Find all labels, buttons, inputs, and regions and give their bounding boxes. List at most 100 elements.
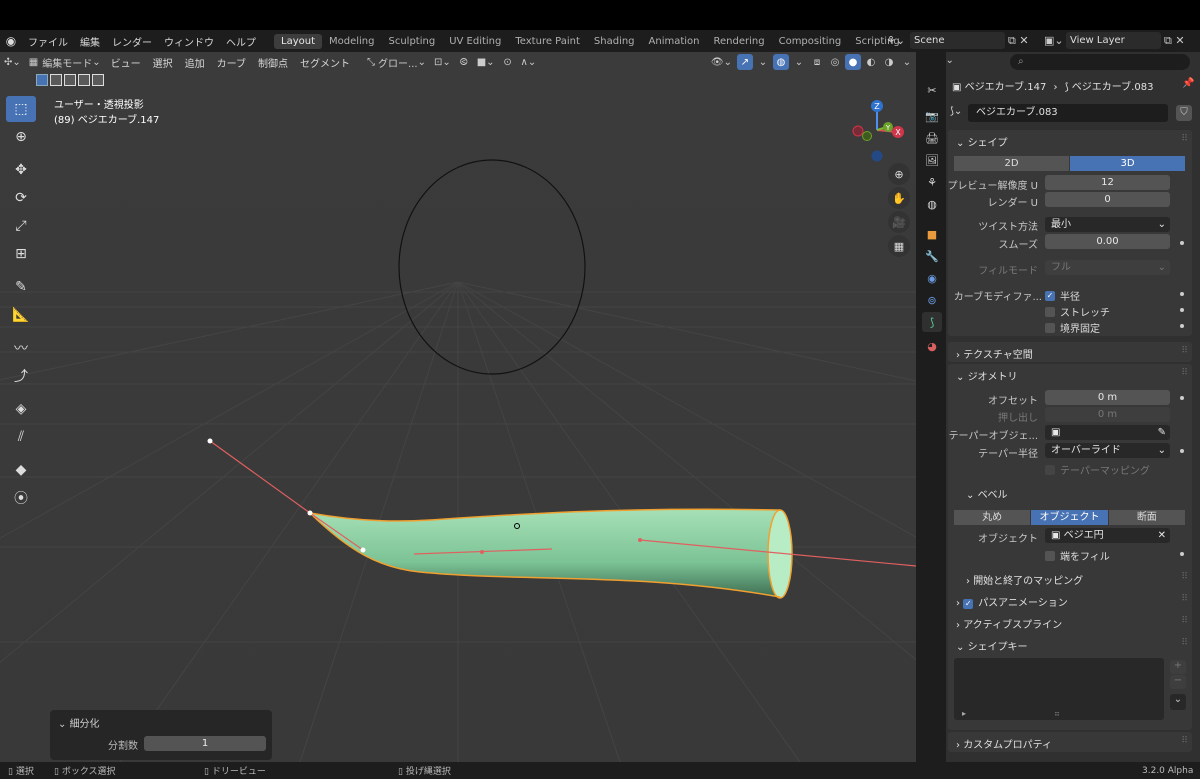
bevel-subpanel-header[interactable]: ⌄ ベベル [966,486,1008,501]
clear-icon[interactable]: ✕ [1158,528,1166,543]
menu-segments[interactable]: セグメント [294,55,356,70]
offset-field[interactable]: 0 m [1045,390,1170,405]
tab-shading[interactable]: Shading [587,34,642,49]
remove-shape-key-button[interactable]: − [1170,675,1186,689]
visibility-icon[interactable]: 👁⌄ [708,54,735,70]
shading-material-icon[interactable]: ◐ [863,54,879,70]
gizmo-toggle-icon[interactable]: ↗ [737,54,753,70]
tab-modeling[interactable]: Modeling [322,34,382,49]
panel-grip-icon[interactable]: ⠿ [1181,736,1188,746]
select-mode-intersect-icon[interactable] [92,74,104,86]
draw-curve-tool-icon[interactable]: 〰 [6,335,36,361]
bevel-object-button[interactable]: オブジェクト [1031,510,1109,525]
texture-space-header[interactable]: › テクスチャ空間 [956,346,1033,361]
camera-view-icon[interactable]: 🎥 [888,211,910,233]
modifier-tab-icon[interactable]: 🔧 [922,246,942,266]
snap-target-icon[interactable]: ■⌄ [474,54,498,70]
menu-file[interactable]: ファイル [22,34,74,49]
curve-data-tab-icon[interactable]: ⟆ [922,312,942,332]
output-tab-icon[interactable]: 🖨 [922,128,942,148]
view-layer-tab-icon[interactable]: 🖼 [922,150,942,170]
constraint-tab-icon[interactable]: ⊚ [922,290,942,310]
shape-keys-list[interactable]: ▸ ⠶ [954,658,1164,720]
menu-select[interactable]: 選択 [147,55,179,70]
measure-tool-icon[interactable]: 📐 [6,302,36,328]
keyframe-dot-icon[interactable] [1180,396,1184,400]
shading-wireframe-icon[interactable]: ◎ [827,54,843,70]
scale-tool-icon[interactable]: ⤢ [6,213,36,239]
panel-grip-icon[interactable]: ⠿ [1181,134,1188,144]
list-expand-icon[interactable]: ▸ [962,709,966,718]
panel-grip-icon[interactable]: ⠿ [1181,346,1188,356]
panel-grip-icon[interactable]: ⠿ [1181,594,1188,604]
menu-curve[interactable]: カーブ [211,55,252,70]
menu-control-points[interactable]: 制御点 [252,55,294,70]
navigation-gizmo[interactable]: Z X Y [846,96,908,166]
falloff-icon[interactable]: ∧⌄ [518,54,540,70]
world-tab-icon[interactable]: ◍ [922,194,942,214]
radius-tool-icon[interactable]: ◈ [6,396,36,422]
twist-method-dropdown[interactable]: 最小 ⌄ [1045,217,1170,232]
preview-resolution-field[interactable]: 12 [1045,175,1170,190]
shading-dropdown-icon[interactable]: ⌄ [899,54,915,70]
fake-user-shield-icon[interactable]: ⛉ [1176,105,1192,121]
fill-caps-checkbox[interactable]: 端をフィル [1045,548,1110,563]
extrude-field[interactable]: 0 m [1045,407,1170,422]
tab-sculpting[interactable]: Sculpting [382,34,443,49]
bounds-clamp-checkbox[interactable]: 境界固定 [1045,320,1100,335]
panel-grip-icon[interactable]: ⠿ [1181,616,1188,626]
zoom-icon[interactable]: ⊕ [888,163,910,185]
list-resize-grip-icon[interactable]: ⠶ [1054,709,1060,718]
keyframe-dot-icon[interactable] [1180,292,1184,296]
add-shape-key-button[interactable]: + [1170,660,1186,674]
last-operator-panel[interactable]: ⌄ 細分化 分割数 1 [50,710,272,760]
radius-checkbox[interactable]: ✓ 半径 [1045,288,1080,303]
shape-panel-header[interactable]: ⌄ シェイプ [956,134,1008,149]
shape-keys-header[interactable]: ⌄ シェイプキー [956,638,1028,653]
pin-icon[interactable]: 📌 [1182,78,1194,89]
panel-grip-icon[interactable]: ⠿ [1181,572,1188,582]
properties-search-input[interactable]: ⌕ [1010,54,1190,70]
view-layer-copy-icon[interactable]: ⧉ ✕ [1164,32,1185,49]
shading-solid-icon[interactable]: ● [845,54,861,70]
datablock-name-field[interactable]: ベジエカーブ.083 [968,104,1168,122]
start-end-mapping-header[interactable]: › 開始と終了のマッピング [966,572,1083,587]
pen-tool-icon[interactable]: ⦿ [6,485,36,511]
custom-properties-panel[interactable]: › カスタムプロパティ ⠿ [948,732,1192,752]
scene-selector-icon[interactable]: ⚘⌄ [886,32,905,49]
keyframe-dot-icon[interactable] [1180,449,1184,453]
scene-tab-icon[interactable]: ⚘ [922,172,942,192]
view-layer-field[interactable]: View Layer [1066,32,1161,49]
menu-edit[interactable]: 編集 [74,34,106,49]
dim-2d-button[interactable]: 2D [954,156,1070,171]
overlays-dropdown-icon[interactable]: ⌄ [791,54,807,70]
randomize-tool-icon[interactable]: ◆ [6,457,36,483]
cuts-field[interactable]: 1 [144,736,266,751]
overlays-toggle-icon[interactable]: ◍ [773,54,789,70]
path-animation-header[interactable]: › ✓ パスアニメーション [956,594,1068,609]
menu-view[interactable]: ビュー [105,55,147,70]
tab-uv-editing[interactable]: UV Editing [442,34,508,49]
scene-copy-icon[interactable]: ⧉ ✕ [1008,32,1029,49]
material-tab-icon[interactable]: ◕ [922,336,942,356]
shading-rendered-icon[interactable]: ◑ [881,54,897,70]
active-spline-panel[interactable]: › アクティブスプライン ⠿ [948,612,1192,632]
keyframe-dot-icon[interactable] [1180,308,1184,312]
render-tab-icon[interactable]: 📷 [922,106,942,126]
snap-icon[interactable]: ⧀ [456,54,472,70]
render-resolution-field[interactable]: 0 [1045,192,1170,207]
path-animation-checkbox[interactable]: ✓ [963,599,978,609]
menu-help[interactable]: ヘルプ [220,34,262,49]
tilt-tool-icon[interactable]: ⫽ [6,424,36,450]
menu-window[interactable]: ウィンドウ [158,34,220,49]
mode-selector[interactable]: ▦ 編集モード ⌄ [26,54,104,70]
keyframe-dot-icon[interactable] [1180,324,1184,328]
object-tab-icon[interactable]: ■ [922,224,942,244]
bevel-round-button[interactable]: 丸め [954,510,1032,525]
active-spline-header[interactable]: › アクティブスプライン [956,616,1062,631]
scene-name-field[interactable]: Scene [910,32,1005,49]
cursor-tool-icon[interactable]: ⊕ [6,124,36,150]
datablock-browse-icon[interactable]: ⟆⌄ [950,106,962,117]
texture-space-panel[interactable]: › テクスチャ空間 ⠿ [948,342,1192,362]
proportional-edit-icon[interactable]: ⊙ [500,54,516,70]
